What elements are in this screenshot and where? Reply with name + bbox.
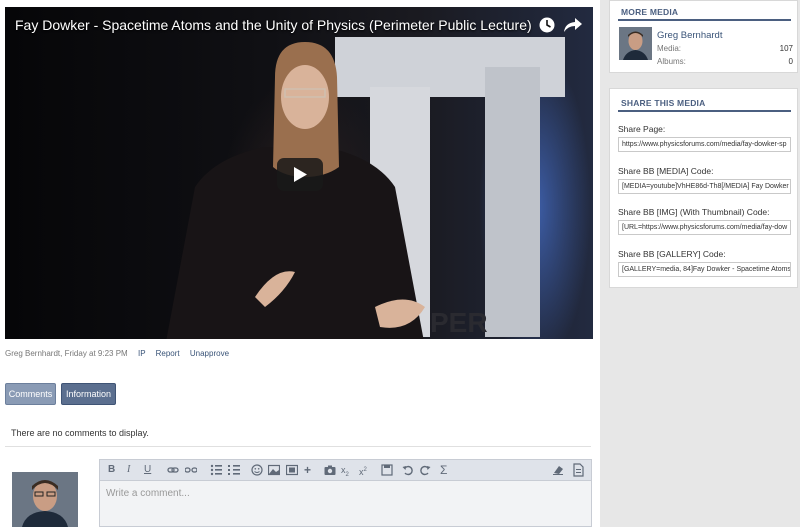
sidebar: MORE MEDIA Greg Bernhardt Media: 107 Alb…: [600, 0, 800, 527]
editor-toolbar: B I U + x2 x2 Σ: [100, 460, 591, 481]
unlink-icon[interactable]: [185, 463, 197, 477]
italic-button[interactable]: I: [127, 463, 130, 477]
insert-icon[interactable]: +: [304, 463, 311, 477]
subscript-icon[interactable]: x2: [341, 463, 349, 478]
user-name-link[interactable]: Greg Bernhardt: [657, 30, 722, 41]
watch-later-icon[interactable]: [537, 15, 557, 35]
media-count-row: Media: 107: [657, 44, 793, 53]
tab-comments[interactable]: Comments: [5, 383, 56, 405]
user-avatar[interactable]: [619, 27, 652, 60]
link-icon[interactable]: [167, 463, 179, 477]
more-media-block: MORE MEDIA Greg Bernhardt Media: 107 Alb…: [609, 0, 798, 73]
image-icon[interactable]: [268, 463, 280, 477]
share-bb-gallery-field[interactable]: [GALLERY=media, 84]Fay Dowker - Spacetim…: [618, 262, 791, 277]
share-bb-gallery-label: Share BB [GALLERY] Code:: [618, 249, 726, 259]
no-comments-message: There are no comments to display.: [11, 428, 149, 438]
bold-button[interactable]: B: [108, 463, 115, 477]
share-page-label: Share Page:: [618, 124, 666, 134]
redo-icon[interactable]: [419, 463, 431, 477]
bulleted-list-icon[interactable]: [210, 463, 222, 477]
albums-label: Albums:: [657, 57, 686, 66]
sigma-icon[interactable]: Σ: [440, 463, 447, 477]
undo-icon[interactable]: [402, 463, 414, 477]
media-label: Media:: [657, 44, 682, 53]
comment-editor[interactable]: B I U + x2 x2 Σ Write a comment...: [99, 459, 592, 527]
share-bb-media-label: Share BB [MEDIA] Code:: [618, 166, 714, 176]
main-content: PER Fay Dowker - Spacetime Atoms and the…: [0, 0, 600, 527]
tab-information[interactable]: Information: [61, 383, 116, 405]
camera-icon[interactable]: [324, 463, 336, 477]
eraser-icon[interactable]: [552, 463, 564, 477]
more-media-heading: MORE MEDIA: [621, 7, 679, 17]
smilie-icon[interactable]: [251, 463, 263, 477]
share-media-heading: SHARE THIS MEDIA: [621, 98, 706, 108]
underline-button[interactable]: U: [144, 463, 151, 477]
file-icon[interactable]: [572, 463, 584, 477]
albums-count: 0: [788, 57, 793, 66]
share-bb-img-label: Share BB [IMG] (With Thumbnail) Code:: [618, 207, 770, 217]
video-player[interactable]: PER Fay Dowker - Spacetime Atoms and the…: [5, 7, 593, 339]
comment-input[interactable]: Write a comment...: [106, 488, 190, 499]
albums-count-row: Albums: 0: [657, 57, 793, 66]
share-media-block: SHARE THIS MEDIA Share Page: https://www…: [609, 88, 798, 288]
ip-link[interactable]: IP: [138, 349, 145, 358]
numbered-list-icon[interactable]: [228, 463, 240, 477]
play-icon: [294, 167, 307, 182]
unapprove-link[interactable]: Unapprove: [190, 349, 229, 358]
play-button[interactable]: [277, 158, 323, 191]
media-count: 107: [779, 44, 793, 53]
share-arrow-icon[interactable]: [562, 15, 584, 35]
media-icon[interactable]: [286, 463, 298, 477]
report-link[interactable]: Report: [156, 349, 180, 358]
avatar: [12, 472, 78, 527]
superscript-icon[interactable]: x2: [359, 463, 367, 477]
share-bb-media-field[interactable]: [MEDIA=youtube]VhHE86d-Th8[/MEDIA] Fay D…: [618, 179, 791, 194]
media-meta-line: Greg Bernhardt, Friday at 9:23 PM IP Rep…: [5, 349, 229, 358]
heading-underline: [618, 110, 791, 112]
divider: [5, 446, 591, 447]
share-page-field[interactable]: https://www.physicsforums.com/media/fay-…: [618, 137, 791, 152]
heading-underline: [618, 19, 791, 21]
save-draft-icon[interactable]: [381, 463, 393, 477]
author-timestamp: Greg Bernhardt, Friday at 9:23 PM: [5, 349, 128, 358]
video-title: Fay Dowker - Spacetime Atoms and the Uni…: [15, 17, 532, 33]
share-bb-img-field[interactable]: [URL=https://www.physicsforums.com/media…: [618, 220, 791, 235]
